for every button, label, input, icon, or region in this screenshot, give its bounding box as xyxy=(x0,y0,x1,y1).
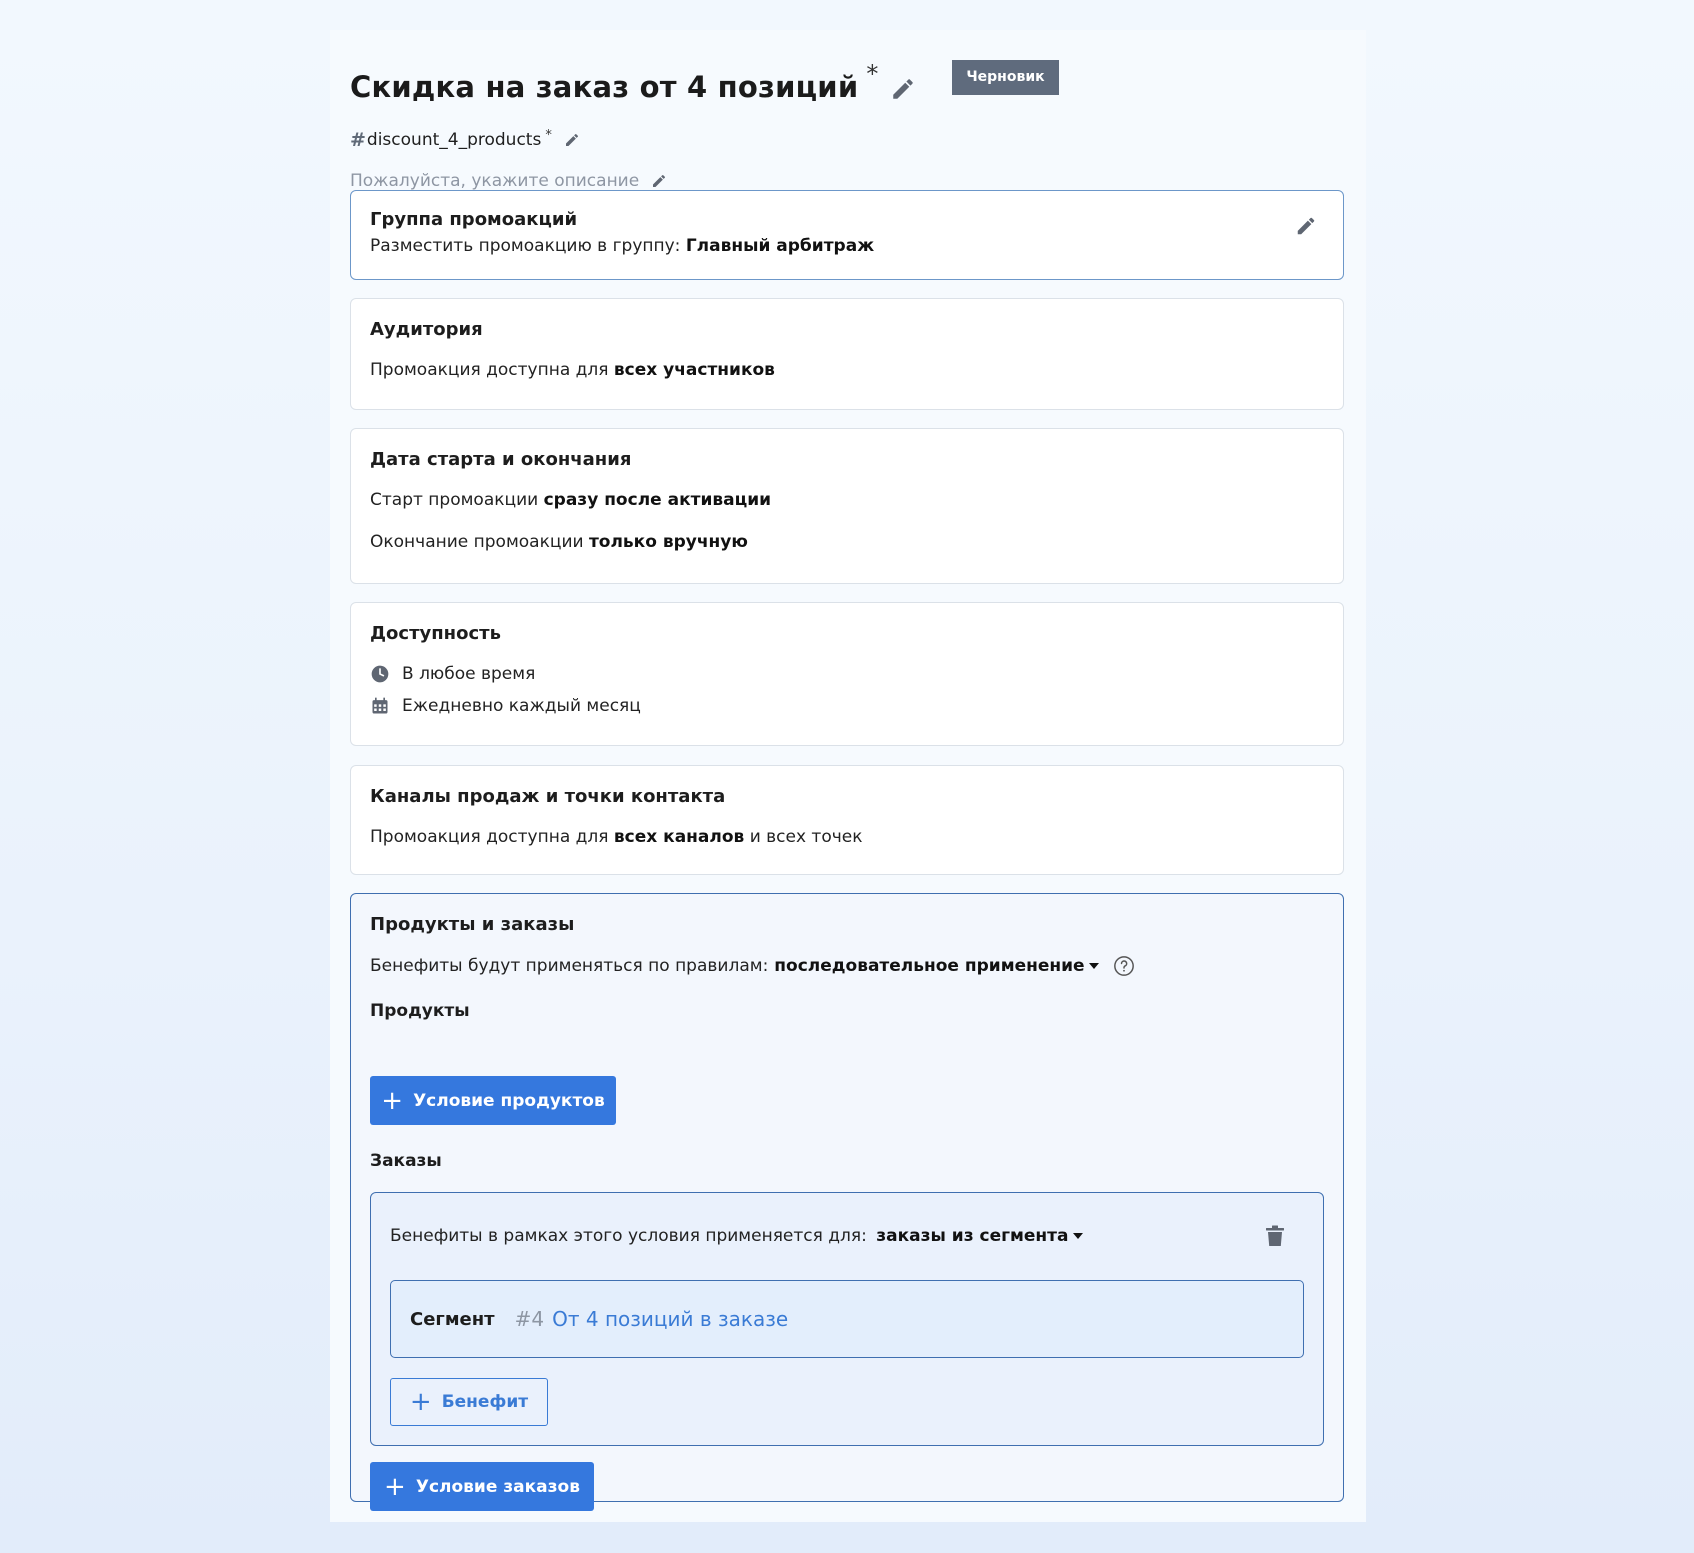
promo-editor-page: Скидка на заказ от 4 позиций * Черновик … xyxy=(330,30,1366,1522)
add-benefit-button[interactable]: + Бенефит xyxy=(390,1378,548,1426)
segment-number: #4 xyxy=(514,1307,545,1331)
order-condition-line: Бенефиты в рамках этого условия применяе… xyxy=(390,1226,1083,1246)
hash-icon: # xyxy=(350,129,366,151)
rules-dropdown[interactable]: последовательное применение xyxy=(774,956,1099,976)
plus-icon: + xyxy=(384,1471,406,1502)
promo-group-title: Группа промоакций xyxy=(370,209,578,230)
promo-group-card: Группа промоакций Разместить промоакцию … xyxy=(350,190,1344,280)
availability-time-line: В любое время xyxy=(370,664,1324,684)
add-benefit-label: Бенефит xyxy=(441,1392,529,1412)
channels-title: Каналы продаж и точки контакта xyxy=(370,786,726,807)
order-condition-dropdown[interactable]: заказы из сегмента xyxy=(876,1226,1083,1246)
promo-group-line: Разместить промоакцию в группу: Главный … xyxy=(370,236,1324,256)
audience-title: Аудитория xyxy=(370,319,483,340)
description-placeholder[interactable]: Пожалуйста, укажите описание xyxy=(350,171,639,191)
plus-icon: + xyxy=(381,1085,404,1116)
availability-schedule-line: Ежедневно каждый месяц xyxy=(370,696,1324,716)
end-text: Окончание промоакции xyxy=(370,532,584,552)
dates-card: Дата старта и окончания Старт промоакции… xyxy=(350,428,1344,584)
edit-title-pencil-icon[interactable] xyxy=(890,76,916,102)
audience-text: Промоакция доступна для xyxy=(370,360,609,380)
channels-value: всех каналов xyxy=(613,827,745,847)
start-text: Старт промоакции xyxy=(370,490,539,510)
add-order-condition-button[interactable]: + Условие заказов xyxy=(370,1462,594,1511)
title-required-mark: * xyxy=(866,60,879,88)
promo-code: discount_4_products xyxy=(366,130,542,150)
channels-card: Каналы продаж и точки контакта Промоакци… xyxy=(350,765,1344,875)
products-orders-card: Продукты и заказы Бенефиты будут применя… xyxy=(350,893,1344,1511)
channels-text: Промоакция доступна для xyxy=(370,827,609,847)
start-line: Старт промоакции сразу после активации xyxy=(370,490,1324,510)
products-heading: Продукты xyxy=(370,1001,470,1021)
add-order-condition-label: Условие заказов xyxy=(415,1476,580,1497)
availability-title: Доступность xyxy=(370,623,501,644)
segment-box: Сегмент #4 От 4 позиций в заказе xyxy=(390,1280,1304,1358)
availability-schedule: Ежедневно каждый месяц xyxy=(402,696,641,716)
rules-text: Бенефиты будут применяться по правилам: xyxy=(370,956,769,976)
page-title: Скидка на заказ от 4 позиций xyxy=(350,70,859,104)
add-product-condition-button[interactable]: + Условие продуктов xyxy=(370,1076,616,1125)
code-row: # discount_4_products * xyxy=(350,128,1346,152)
trash-icon[interactable] xyxy=(1265,1225,1285,1247)
edit-promo-group-pencil-icon[interactable] xyxy=(1295,215,1317,237)
clock-icon xyxy=(371,665,389,683)
end-line: Окончание промоакции только вручную xyxy=(370,532,1324,552)
calendar-icon xyxy=(372,697,388,714)
order-condition-value: заказы из сегмента xyxy=(876,1226,1069,1246)
status-badge: Черновик xyxy=(952,60,1059,95)
caret-down-icon xyxy=(1072,1233,1083,1239)
end-value: только вручную xyxy=(588,532,748,552)
rules-line: Бенефиты будут применяться по правилам: … xyxy=(370,955,1324,977)
segment-link[interactable]: От 4 позиций в заказе xyxy=(552,1307,788,1331)
caret-down-icon xyxy=(1088,963,1099,969)
edit-code-pencil-icon[interactable] xyxy=(564,132,580,148)
code-required-mark: * xyxy=(545,128,552,143)
dates-title: Дата старта и окончания xyxy=(370,449,632,470)
audience-card: Аудитория Промоакция доступна для всех у… xyxy=(350,298,1344,410)
promo-group-text: Разместить промоакцию в группу: xyxy=(370,236,681,256)
availability-card: Доступность В любое время Ежедневно кажд… xyxy=(350,602,1344,746)
channels-suffix: и всех точек xyxy=(749,827,863,847)
title-row: Скидка на заказ от 4 позиций * Черновик xyxy=(350,48,1346,108)
orders-heading: Заказы xyxy=(370,1151,442,1171)
segment-label: Сегмент xyxy=(410,1308,495,1330)
availability-time: В любое время xyxy=(402,664,536,684)
add-product-condition-label: Условие продуктов xyxy=(413,1090,605,1111)
order-condition-box: Бенефиты в рамках этого условия применяе… xyxy=(370,1192,1324,1446)
promo-group-value: Главный арбитраж xyxy=(685,236,875,256)
products-orders-title: Продукты и заказы xyxy=(370,914,575,935)
plus-icon: + xyxy=(409,1387,432,1417)
order-condition-text: Бенефиты в рамках этого условия применяе… xyxy=(390,1226,867,1246)
help-circle-icon[interactable] xyxy=(1113,955,1135,977)
start-value: сразу после активации xyxy=(543,490,772,510)
rules-value: последовательное применение xyxy=(774,956,1085,976)
audience-line: Промоакция доступна для всех участников xyxy=(370,360,1324,380)
channels-line: Промоакция доступна для всех каналов и в… xyxy=(370,827,1324,847)
edit-description-pencil-icon[interactable] xyxy=(651,173,667,189)
audience-value: всех участников xyxy=(613,360,775,380)
